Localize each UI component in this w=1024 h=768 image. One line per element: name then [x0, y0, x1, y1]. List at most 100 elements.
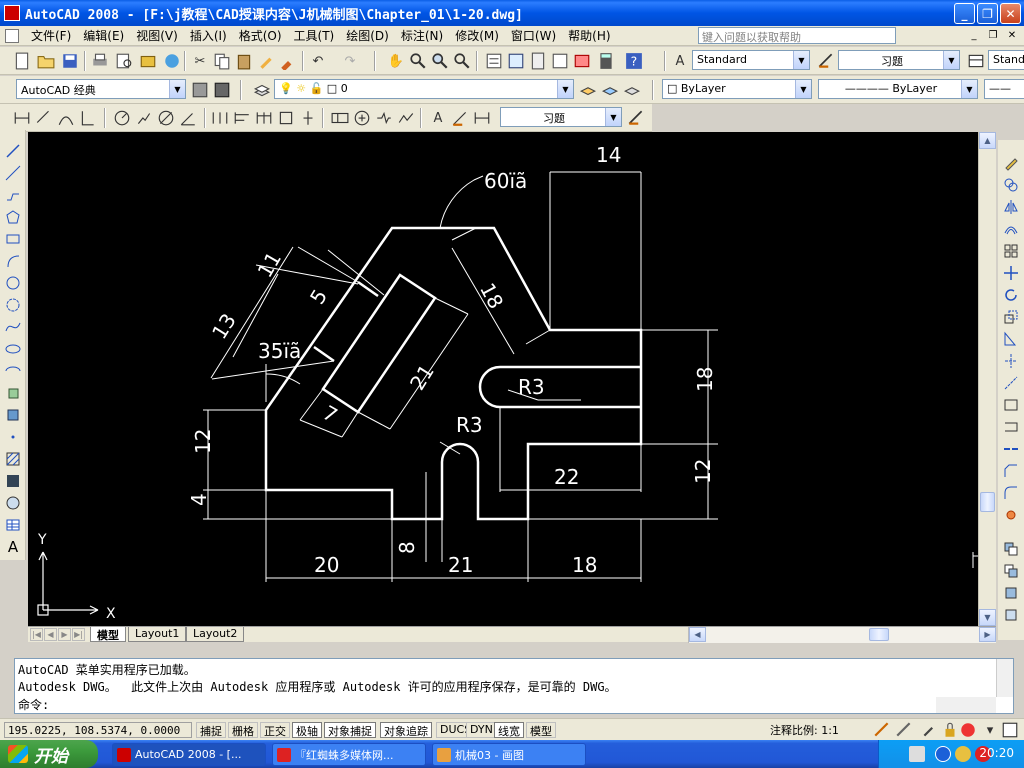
warning-icon[interactable]: [958, 720, 978, 740]
sheet-set-icon[interactable]: [550, 51, 570, 71]
zoom-previous-icon[interactable]: [452, 51, 472, 71]
jogged-dim-icon[interactable]: [134, 108, 154, 128]
table-icon[interactable]: [4, 516, 22, 534]
offset-icon[interactable]: [1002, 220, 1020, 238]
scale-icon[interactable]: [1002, 308, 1020, 326]
wrench-icon[interactable]: [920, 720, 940, 740]
rotate-icon[interactable]: [1002, 286, 1020, 304]
chevron-down-icon[interactable]: ▼: [943, 51, 959, 69]
revision-cloud-icon[interactable]: [4, 296, 22, 314]
markup-icon[interactable]: [572, 51, 592, 71]
erase-icon[interactable]: [1002, 154, 1020, 172]
menu-format[interactable]: 格式(O): [233, 27, 288, 44]
horizontal-scroll-thumb[interactable]: [869, 628, 889, 641]
draw-order-front-icon[interactable]: [1002, 562, 1020, 580]
tab-next-icon[interactable]: ▶: [58, 628, 71, 641]
ordinate-dim-icon[interactable]: [78, 108, 98, 128]
chevron-down-icon[interactable]: ▼: [557, 80, 573, 98]
baseline-dim-icon[interactable]: [232, 108, 252, 128]
scroll-up-icon[interactable]: ▲: [979, 132, 996, 149]
tolerance-icon[interactable]: [330, 108, 350, 128]
explode-icon[interactable]: [1002, 506, 1020, 524]
tab-model[interactable]: 模型: [90, 627, 126, 642]
ellipse-icon[interactable]: [4, 340, 22, 358]
inspect-icon[interactable]: [374, 108, 394, 128]
workspace-settings-icon[interactable]: [190, 80, 210, 100]
brush-icon[interactable]: [278, 51, 298, 71]
linear-dim-icon[interactable]: [12, 108, 32, 128]
polyline-icon[interactable]: [4, 186, 22, 204]
menu-window[interactable]: 窗口(W): [505, 27, 562, 44]
command-prompt[interactable]: 命令:: [18, 696, 49, 713]
taskbar-item-autocad[interactable]: AutoCAD 2008 - [...: [112, 743, 266, 766]
lineweight-toggle[interactable]: 线宽: [494, 722, 524, 738]
extend-icon[interactable]: [1002, 374, 1020, 392]
point-icon[interactable]: [4, 428, 22, 446]
continue-dim-icon[interactable]: [254, 108, 274, 128]
tab-layout1[interactable]: Layout1: [128, 627, 187, 642]
chamfer-icon[interactable]: [1002, 462, 1020, 480]
array-icon[interactable]: [1002, 242, 1020, 260]
network-tray-icon[interactable]: [955, 746, 971, 762]
trim-icon[interactable]: [1002, 352, 1020, 370]
cut-icon[interactable]: ✂: [190, 51, 210, 71]
open-folder-icon[interactable]: [36, 51, 56, 71]
menu-draw[interactable]: 绘图(D): [340, 27, 395, 44]
design-center-icon[interactable]: [506, 51, 526, 71]
tab-first-icon[interactable]: |◀: [30, 628, 43, 641]
draw-order-text-icon[interactable]: [1002, 606, 1020, 624]
publish-icon[interactable]: [138, 51, 158, 71]
zoom-window-icon[interactable]: [430, 51, 450, 71]
vertical-scrollbar[interactable]: ▲ ▼: [978, 132, 996, 626]
tab-last-icon[interactable]: ▶|: [72, 628, 85, 641]
arc-length-dim-icon[interactable]: [56, 108, 76, 128]
restore-button[interactable]: ❐: [977, 3, 998, 24]
linetype-select[interactable]: ———— ByLayer ▼: [818, 79, 978, 99]
dim-style-select[interactable]: 习题 ▼: [838, 50, 960, 70]
rectangle-icon[interactable]: [4, 230, 22, 248]
fillet-icon[interactable]: [1002, 484, 1020, 502]
break-icon[interactable]: [1002, 418, 1020, 436]
diameter-dim-icon[interactable]: [156, 108, 176, 128]
insert-block-icon[interactable]: [4, 384, 22, 402]
snap-toggle[interactable]: 捕捉: [196, 722, 226, 738]
zoom-realtime-icon[interactable]: [408, 51, 428, 71]
save-icon[interactable]: [60, 51, 80, 71]
document-icon[interactable]: [5, 28, 19, 43]
quick-dim-icon[interactable]: [210, 108, 230, 128]
model-toggle[interactable]: 模型: [526, 722, 556, 738]
spline-icon[interactable]: [4, 318, 22, 336]
radius-dim-icon[interactable]: [112, 108, 132, 128]
drawing-canvas[interactable]: 14 60ïã 11 5 18 13 35ïã 21 7 R3 R3 18 12…: [28, 132, 978, 626]
join-icon[interactable]: [1002, 440, 1020, 458]
chevron-down-icon[interactable]: ▼: [169, 80, 185, 98]
mirror-icon[interactable]: [1002, 198, 1020, 216]
chevron-down-icon[interactable]: ▼: [961, 80, 977, 98]
taskbar-item-paint[interactable]: 机械03 - 画图: [432, 743, 586, 766]
command-scrollbar[interactable]: [996, 659, 1013, 697]
color-select[interactable]: □ ByLayer ▼: [662, 79, 812, 99]
undo-icon[interactable]: ↶: [308, 51, 328, 71]
layer-properties-icon[interactable]: [252, 80, 272, 100]
otrack-toggle[interactable]: 对象追踪: [380, 722, 432, 738]
tab-layout2[interactable]: Layout2: [186, 627, 245, 642]
doc-restore-button[interactable]: ❐: [985, 28, 1001, 43]
make-block-icon[interactable]: [4, 406, 22, 424]
region-icon[interactable]: [4, 494, 22, 512]
copy-icon[interactable]: [212, 51, 232, 71]
draw-order-icon[interactable]: [1002, 540, 1020, 558]
chevron-down-icon[interactable]: ▼: [605, 108, 621, 126]
command-window[interactable]: AutoCAD 菜单实用程序已加载。 Autodesk DWG。 此文件上次由 …: [14, 658, 1014, 714]
start-button[interactable]: 开始: [0, 740, 98, 768]
dim-style-manager-icon[interactable]: [626, 108, 646, 128]
table-style-select[interactable]: Stand: [988, 50, 1024, 70]
tab-prev-icon[interactable]: ◀: [44, 628, 57, 641]
plot-preview-icon[interactable]: [114, 51, 134, 71]
dim-style-select-2[interactable]: 习题 ▼: [500, 107, 622, 127]
angular-dim-icon[interactable]: [178, 108, 198, 128]
text-style-select[interactable]: Standard ▼: [692, 50, 810, 70]
close-button[interactable]: ✕: [1000, 3, 1021, 24]
my-workspace-icon[interactable]: [212, 80, 232, 100]
match-properties-icon[interactable]: [256, 51, 276, 71]
redo-icon[interactable]: ↷: [340, 51, 360, 71]
